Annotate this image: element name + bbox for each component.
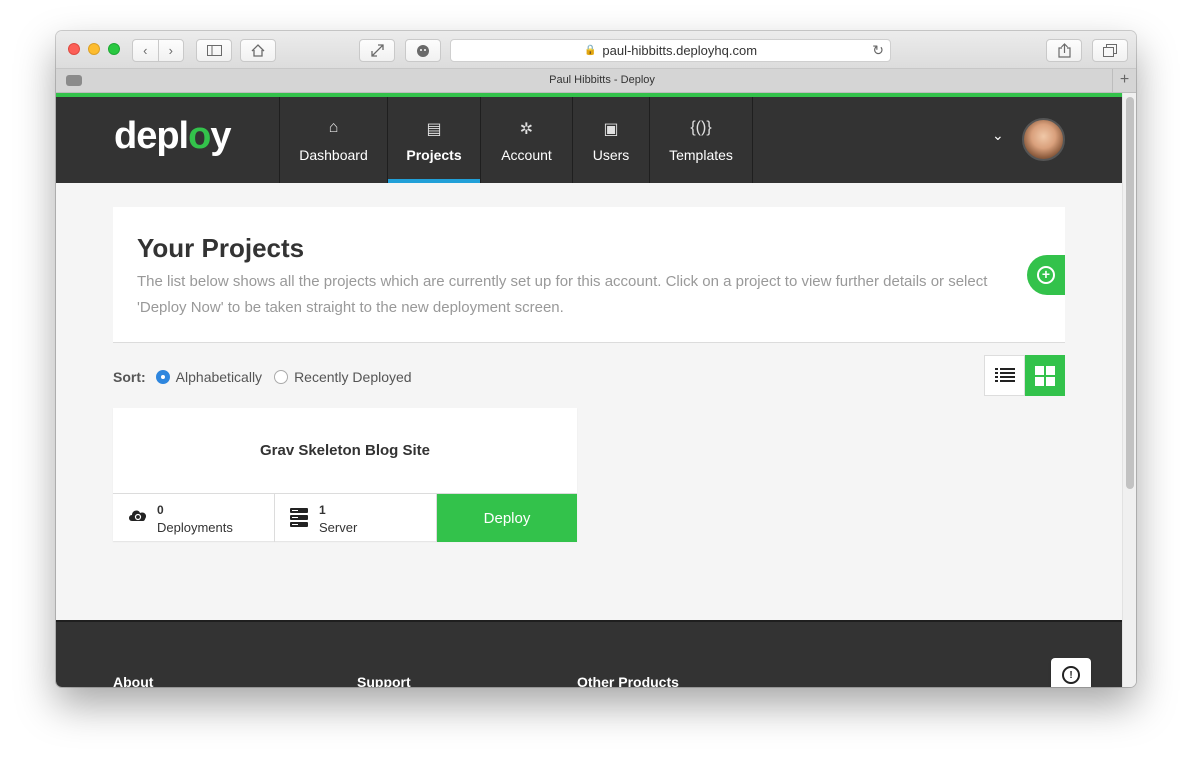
title-bar: ‹ › 🔒 paul-hibbitts.deployhq.com ↻ xyxy=(56,31,1136,69)
nav-label: Templates xyxy=(669,147,733,163)
address-bar[interactable]: 🔒 paul-hibbitts.deployhq.com ↻ xyxy=(450,39,891,62)
grid-icon xyxy=(1035,365,1055,386)
app-navbar: deploy ⌂ Dashboard ▤ Projects ✲ Account … xyxy=(56,97,1122,183)
tab-bar: Paul Hibbitts - Deploy + xyxy=(56,69,1136,93)
projects-icon: ▤ xyxy=(426,121,442,138)
list-view-button[interactable] xyxy=(984,355,1025,396)
tabs-icon xyxy=(1103,44,1117,57)
servers-count: 1 xyxy=(319,503,326,517)
add-project-button[interactable]: + xyxy=(1027,255,1065,295)
share-icon xyxy=(1057,43,1071,58)
project-card[interactable]: Grav Skeleton Blog Site 0 Deployments 1 … xyxy=(113,408,577,542)
sort-alphabetically-radio[interactable] xyxy=(155,370,170,384)
servers-stat: 1 Server xyxy=(275,494,437,542)
deploy-logo[interactable]: deploy xyxy=(114,115,231,158)
share-button[interactable] xyxy=(1046,39,1082,62)
page-scrollbar[interactable] xyxy=(1122,93,1136,687)
cloud-icon xyxy=(127,507,149,528)
nav-label: Account xyxy=(501,147,552,163)
view-toggle xyxy=(984,355,1065,396)
footer-heading-other-products: Other Products xyxy=(577,674,679,687)
sort-option-recently-deployed[interactable]: Recently Deployed xyxy=(294,369,412,385)
ghostery-icon xyxy=(417,44,429,57)
lock-icon: 🔒 xyxy=(583,45,597,56)
page-title: Your Projects xyxy=(137,233,305,263)
expand-icon xyxy=(370,44,384,57)
url-text: paul-hibbitts.deployhq.com xyxy=(602,43,758,58)
account-icon: ✲ xyxy=(519,121,534,138)
deploy-button[interactable]: Deploy xyxy=(437,494,577,542)
chevron-down-icon[interactable]: ⌄ xyxy=(992,127,1004,144)
server-icon xyxy=(289,507,309,534)
nav-label: Projects xyxy=(406,147,462,163)
deployments-count: 0 xyxy=(157,503,164,517)
new-tab-button[interactable]: + xyxy=(1112,69,1136,93)
reload-icon[interactable]: ↻ xyxy=(872,42,884,59)
zoom-window-button[interactable] xyxy=(108,43,120,55)
project-name[interactable]: Grav Skeleton Blog Site xyxy=(113,442,577,459)
nav-label: Users xyxy=(592,147,630,163)
deployments-stat: 0 Deployments xyxy=(113,494,275,542)
close-window-button[interactable] xyxy=(68,43,80,55)
forward-icon[interactable]: › xyxy=(159,43,184,58)
home-button[interactable] xyxy=(240,39,276,62)
deployments-label: Deployments xyxy=(157,520,233,535)
tabs-overview-button[interactable] xyxy=(1092,39,1128,62)
browser-window: ‹ › 🔒 paul-hibbitts.deployhq.com ↻ Paul … xyxy=(56,31,1136,687)
avatar[interactable] xyxy=(1022,118,1065,161)
history-nav: ‹ › xyxy=(132,39,184,62)
project-footer: 0 Deployments 1 Server Deploy xyxy=(113,493,577,542)
list-icon xyxy=(994,367,1015,382)
help-icon: ! xyxy=(1062,666,1080,684)
plus-circle-icon: + xyxy=(1037,266,1055,284)
nav-account[interactable]: ✲ Account xyxy=(480,97,572,183)
nav-label: Dashboard xyxy=(299,147,368,163)
sort-recently-deployed-radio[interactable] xyxy=(274,370,289,384)
nav-projects[interactable]: ▤ Projects xyxy=(387,97,480,183)
nav-dashboard[interactable]: ⌂ Dashboard xyxy=(279,97,387,183)
sidebar-toggle-button[interactable] xyxy=(196,39,232,62)
tab-title[interactable]: Paul Hibbitts - Deploy xyxy=(92,74,1112,86)
sidebar-icon xyxy=(206,45,222,56)
pinned-tab-icon[interactable] xyxy=(66,75,82,86)
footer-heading-support: Support xyxy=(357,674,411,687)
fullscreen-button[interactable] xyxy=(359,39,395,62)
scrollbar-thumb[interactable] xyxy=(1126,97,1134,489)
minimize-window-button[interactable] xyxy=(88,43,100,55)
sort-option-alphabetically[interactable]: Alphabetically xyxy=(176,369,262,385)
footer-heading-about: About xyxy=(113,674,154,687)
extension-button[interactable] xyxy=(405,39,441,62)
servers-label: Server xyxy=(319,520,358,535)
sort-bar: Sort: Alphabetically Recently Deployed xyxy=(113,369,424,385)
page-content: deploy ⌂ Dashboard ▤ Projects ✲ Account … xyxy=(56,93,1122,687)
grid-view-button[interactable] xyxy=(1025,355,1065,396)
house-icon: ⌂ xyxy=(328,119,339,136)
templates-icon: {()} xyxy=(690,119,712,136)
nav-users[interactable]: ▣ Users xyxy=(572,97,649,183)
back-icon[interactable]: ‹ xyxy=(133,43,158,58)
nav-templates[interactable]: {()} Templates xyxy=(649,97,753,183)
help-button[interactable]: ! xyxy=(1051,658,1091,687)
sort-label: Sort: xyxy=(113,369,146,385)
page-description: The list below shows all the projects wh… xyxy=(137,273,988,316)
home-icon xyxy=(251,44,265,57)
users-icon: ▣ xyxy=(603,121,619,138)
intro-card: Your Projects The list below shows all t… xyxy=(113,207,1065,343)
site-footer: About Support Other Products xyxy=(56,620,1122,687)
